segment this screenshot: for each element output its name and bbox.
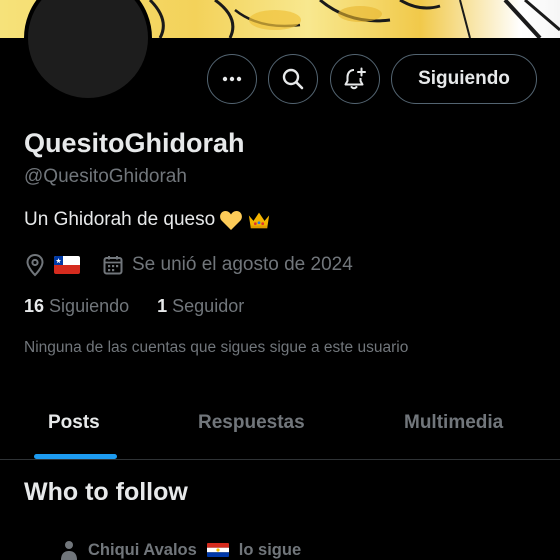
yellow-heart-icon — [219, 208, 243, 232]
following-count: 16 — [24, 296, 45, 316]
notify-button[interactable] — [330, 54, 380, 104]
display-name: QuesitoGhidorah — [24, 128, 245, 158]
suggestion-context[interactable]: Chiqui Avalos lo sigue — [60, 540, 301, 560]
followers-label: Seguidor — [172, 296, 245, 316]
mutual-followers-text: Ninguna de las cuentas que sigues sigue … — [24, 339, 409, 356]
followers-link[interactable]: 1 Seguidor — [157, 296, 244, 317]
suggestion-suffix: lo sigue — [238, 540, 302, 559]
tab-respuestas[interactable]: Respuestas — [198, 412, 305, 434]
tab-multimedia[interactable]: Multimedia — [404, 412, 503, 434]
more-button[interactable] — [207, 54, 257, 104]
profile-meta: Se unió el agosto de 2024 — [24, 252, 353, 278]
bio-text: Un Ghidorah de queso — [24, 209, 216, 230]
crown-icon — [247, 208, 271, 232]
following-button[interactable]: Siguiendo — [391, 54, 537, 104]
followers-count: 1 — [157, 296, 168, 316]
avatar[interactable] — [24, 0, 152, 102]
follow-stats: 16 Siguiendo 1 Seguidor — [24, 296, 244, 317]
search-icon — [282, 68, 304, 90]
active-tab-indicator — [34, 454, 117, 459]
who-to-follow-title: Who to follow — [24, 478, 188, 506]
joined-date: Se unió el agosto de 2024 — [132, 254, 353, 275]
profile-tabs: Posts Respuestas Multimedia — [0, 394, 560, 460]
chile-flag-icon — [54, 256, 80, 274]
following-label: Siguiendo — [49, 296, 130, 316]
following-link[interactable]: 16 Siguiendo — [24, 296, 129, 317]
user-handle: @QuesitoGhidorah — [24, 166, 187, 187]
suggestion-name: Chiqui Avalos — [88, 540, 197, 559]
location-icon — [26, 253, 44, 277]
tab-posts[interactable]: Posts — [48, 412, 100, 434]
more-icon — [222, 76, 242, 82]
calendar-icon — [103, 256, 123, 275]
person-icon — [61, 541, 77, 560]
bell-add-icon — [344, 67, 366, 90]
bio: Un Ghidorah de queso — [24, 208, 271, 232]
paraguay-flag-icon — [206, 543, 229, 557]
search-button[interactable] — [268, 54, 318, 104]
